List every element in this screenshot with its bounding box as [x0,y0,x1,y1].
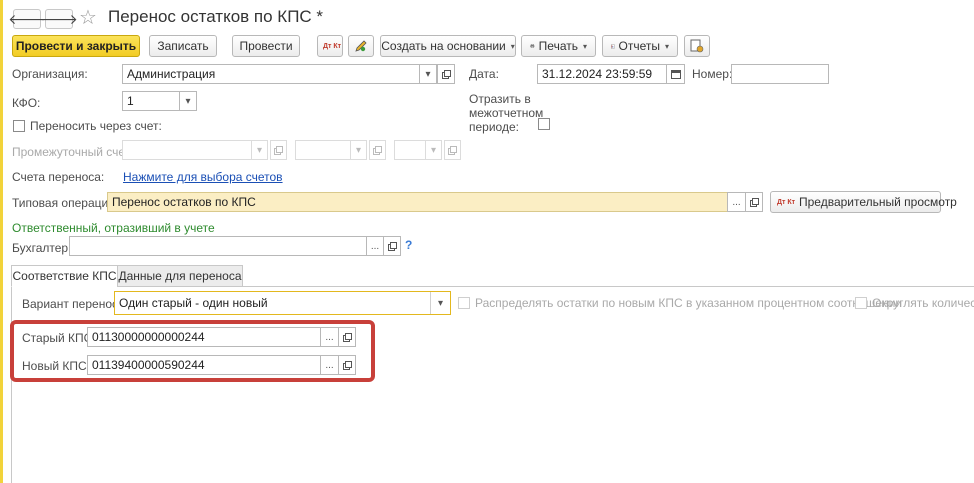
distribute-percent-checkbox[interactable] [458,297,470,309]
variant-select[interactable]: Один старый - один новый ▾ [114,291,451,315]
select-accounts-link[interactable]: Нажмите для выбора счетов [123,170,283,184]
organization-open-button[interactable] [437,64,455,84]
dropdown-icon: ▾ [355,144,362,156]
arrow-right-icon: 🡒 [40,10,78,27]
dropdown-icon: ▾ [425,68,431,80]
forward-button[interactable]: 🡒 [40,9,78,29]
round-quantity-checkbox[interactable] [855,297,867,309]
subconto2-field[interactable] [394,140,426,160]
create-based-on-label: Создать на основании [381,39,506,53]
back-button[interactable]: 🡐 [8,9,46,29]
open-form-icon [749,197,759,207]
pencil-icon [355,40,367,52]
page-title: Перенос остатков по КПС * [108,7,324,26]
dt-kt-icon: Дт Кт [323,42,342,50]
document-settings-icon [690,39,704,53]
left-accent-bar [0,0,3,483]
highlight-annotation-box [10,320,375,382]
variant-label: Вариант переноса: [22,297,129,311]
subconto1-dropdown[interactable]: ▾ [350,140,367,160]
dropdown-icon: ▾ [430,144,437,156]
organization-label: Организация: [12,67,88,81]
kfo-label: КФО: [12,96,41,110]
intermediate-account-field[interactable] [122,140,252,160]
date-field[interactable]: 31.12.2024 23:59:59 [537,64,667,84]
accountant-field[interactable] [69,236,367,256]
number-label: Номер: [692,67,733,81]
dropdown-icon: ▾ [256,144,263,156]
intermediate-account-dropdown[interactable]: ▾ [251,140,268,160]
typical-operation-field[interactable]: Перенос остатков по КПС [107,192,728,212]
print-label: Печать [538,39,578,53]
tab-kps-mapping[interactable]: Соответствие КПС [11,265,118,287]
kfo-field[interactable]: 1 [122,91,180,111]
variant-dropdown-icon[interactable]: ▾ [430,292,450,314]
subconto2-open[interactable] [444,140,461,160]
organization-dropdown-button[interactable]: ▾ [419,64,437,84]
printer-icon [530,44,535,48]
accountant-open-button[interactable] [383,236,401,256]
date-label: Дата: [469,67,499,81]
calendar-button[interactable] [666,64,685,84]
dt-kt-icon: Дт Кт [777,198,796,206]
ellipsis-icon: ... [370,240,380,252]
transfer-via-account-checkbox[interactable] [13,120,25,132]
dt-kt-button[interactable]: Дт Кт [317,35,343,57]
open-form-icon [387,241,397,251]
favorite-star-icon[interactable]: ☆ [79,5,97,30]
organization-field[interactable]: Администрация [122,64,420,84]
interim-period-label: Отразить в межотчетном периоде: [469,92,544,134]
post-and-close-button[interactable]: Провести и закрыть [12,35,140,57]
preview-button-label: Предварительный просмотр [799,195,957,209]
typical-operation-label: Типовая операция: [12,196,119,210]
typical-operation-open-button[interactable] [745,192,763,212]
dropdown-caret-icon: ▾ [664,41,669,51]
attachments-button[interactable] [684,35,710,57]
accountant-label: Бухгалтер: [12,241,72,255]
calendar-icon [670,70,681,79]
save-button[interactable]: Записать [149,35,217,57]
reports-label: Отчеты [618,39,660,53]
transfer-accounts-label: Счета переноса: [12,170,105,184]
typical-operation-select-button[interactable]: ... [727,192,746,212]
accountant-select-button[interactable]: ... [366,236,384,256]
responsible-section-header: Ответственный, отразивший в учете [12,221,215,235]
subconto2-dropdown[interactable]: ▾ [425,140,442,160]
interim-period-checkbox[interactable] [538,118,550,130]
dropdown-caret-icon: ▾ [582,41,587,51]
subconto1-field[interactable] [295,140,351,160]
create-based-on-button[interactable]: Создать на основании ▾ [380,35,516,57]
ellipsis-icon: ... [732,196,741,208]
open-form-icon [448,145,457,155]
edit-movements-button[interactable] [348,35,374,57]
preview-button[interactable]: Дт Кт Предварительный просмотр [770,191,957,213]
intermediate-account-label: Промежуточный счет: [12,145,134,159]
reports-button[interactable]: Отчеты ▾ [602,35,678,57]
help-icon[interactable]: ? [405,238,412,252]
round-quantity-label: Округлять количество [872,296,974,310]
transfer-via-account-label: Переносить через счет: [30,119,162,133]
open-form-icon [274,145,283,155]
open-form-icon [441,69,451,79]
variant-value: Один старый - один новый [119,296,268,310]
dropdown-caret-icon: ▾ [510,41,515,51]
distribute-percent-label: Распределять остатки по новым КПС в указ… [475,296,903,310]
print-button[interactable]: Печать ▾ [521,35,596,57]
number-field[interactable] [731,64,829,84]
intermediate-account-open[interactable] [270,140,287,160]
open-form-icon [373,145,382,155]
tab-transfer-data[interactable]: Данные для переноса [117,265,243,287]
kfo-dropdown-button[interactable]: ▾ [179,91,197,111]
subconto1-open[interactable] [369,140,386,160]
post-button[interactable]: Провести [232,35,300,57]
report-icon [611,43,615,49]
dropdown-icon: ▾ [185,95,191,107]
tab-panel [11,286,974,483]
